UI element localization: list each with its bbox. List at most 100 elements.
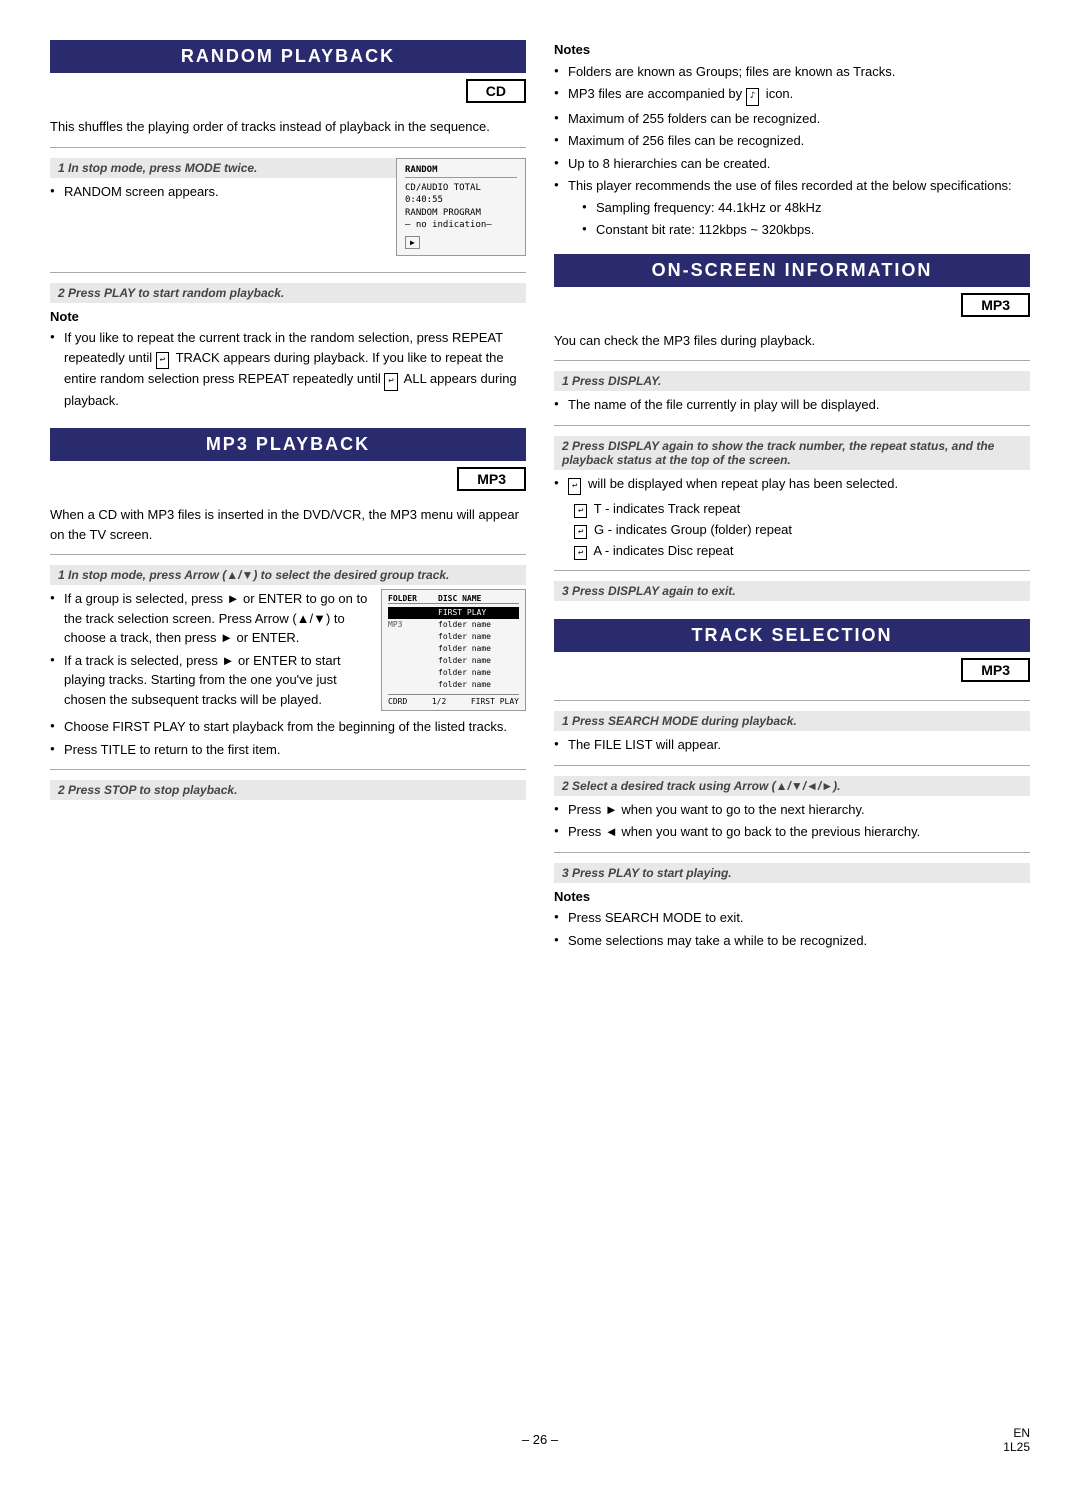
repeat-group: ↩ G - indicates Group (folder) repeat [574, 522, 1030, 539]
track-bullets2: Press ► when you want to go to the next … [554, 800, 1030, 842]
on-screen-badge-block: MP3 [554, 295, 1030, 325]
track-notes-list: Press SEARCH MODE to exit. Some selectio… [554, 908, 1030, 950]
random-screen-mockup: RANDOM CD/AUDIO TOTAL 0:40:55 RANDOM PRO… [396, 158, 526, 256]
divider-9 [554, 765, 1030, 766]
mp3-step1-block: FOLDER DISC NAME FIRST PLAY MP3 folder n… [50, 589, 526, 717]
repeat-track: ↩ T - indicates Track repeat [574, 501, 1030, 518]
track-step2-label: 2 Select a desired track using Arrow (▲/… [554, 776, 1030, 796]
random-playback-intro: This shuffles the playing order of track… [50, 117, 526, 137]
track-step1-label: 1 Press SEARCH MODE during playback. [554, 711, 1030, 731]
divider-5 [554, 360, 1030, 361]
divider-2 [50, 272, 526, 273]
random-playback-badge-block: CD [50, 81, 526, 111]
divider-8 [554, 700, 1030, 701]
track-note-0: Press SEARCH MODE to exit. [554, 908, 1030, 928]
track-notes-label: Notes [554, 887, 1030, 907]
note-label: Note [50, 307, 526, 327]
on-screen-mp3-badge: MP3 [961, 293, 1030, 317]
mp3-bullet-1: If a track is selected, press ► or ENTER… [50, 651, 526, 710]
divider-1 [50, 147, 526, 148]
page-number: – 26 – [522, 1432, 558, 1447]
right-column: Notes Folders are known as Groups; files… [554, 40, 1030, 1412]
mp3-bullet-2: Choose FIRST PLAY to start playback from… [50, 717, 526, 737]
screen-row2: RANDOM PROGRAM [405, 207, 517, 220]
on-screen-section: ON-SCREEN INFORMATION MP3 You can check … [554, 254, 1030, 602]
track-bullets1: The FILE LIST will appear. [554, 735, 1030, 755]
track-note-1: Some selections may take a while to be r… [554, 931, 1030, 951]
divider-7 [554, 570, 1030, 571]
track-badge-block: MP3 [554, 660, 1030, 690]
page-footer: – 26 – EN 1L25 [50, 1432, 1030, 1447]
on-screen-step2-label: 2 Press DISPLAY again to show the track … [554, 436, 1030, 470]
mp3-badge: MP3 [457, 467, 526, 491]
notes-mp3-label: Notes [554, 40, 1030, 60]
mp3-bullets2: Choose FIRST PLAY to start playback from… [50, 717, 526, 759]
track-repeat-icon: ↩ [156, 352, 169, 370]
page: RANDOM PLAYBACK CD This shuffles the pla… [0, 0, 1080, 1487]
mp3-step2-label: 2 Press STOP to stop playback. [50, 780, 526, 800]
on-screen-title: ON-SCREEN INFORMATION [554, 254, 1030, 287]
on-screen-bullets2: ↩ will be displayed when repeat play has… [554, 474, 1030, 496]
track-label: T - indicates Track repeat [590, 501, 740, 516]
mp3-intro: When a CD with MP3 files is inserted in … [50, 505, 526, 544]
track-mp3-badge: MP3 [961, 658, 1030, 682]
notes-mp3-specs: Sampling frequency: 44.1kHz or 48kHz Con… [568, 198, 1030, 240]
track-bullet2-1: Press ◄ when you want to go back to the … [554, 822, 1030, 842]
code-ref: 1L25 [1003, 1440, 1030, 1454]
disc-icon: ↩ [574, 546, 587, 560]
group-icon: ↩ [574, 525, 587, 539]
mp3-bullet-0: If a group is selected, press ► or ENTER… [50, 589, 526, 648]
screen-btn: ▶ [405, 236, 420, 249]
mp3-step1-label: 1 In stop mode, press Arrow (▲/▼) to sel… [50, 565, 526, 585]
left-column: RANDOM PLAYBACK CD This shuffles the pla… [50, 40, 526, 1412]
notes-mp3-item-3: Maximum of 256 files can be recognized. [554, 131, 1030, 151]
note-item: If you like to repeat the current track … [50, 328, 526, 410]
track-bullet2-0: Press ► when you want to go to the next … [554, 800, 1030, 820]
note-list: If you like to repeat the current track … [50, 328, 526, 410]
note-block: Note If you like to repeat the current t… [50, 307, 526, 411]
track-selection-title: TRACK SELECTION [554, 619, 1030, 652]
notes-mp3-item-2: Maximum of 255 folders can be recognized… [554, 109, 1030, 129]
track-icon: ↩ [574, 504, 587, 518]
divider-3 [50, 554, 526, 555]
repeat-disc: ↩ A - indicates Disc repeat [574, 543, 1030, 560]
mp3-file-icon: ♪ [746, 88, 759, 106]
notes-mp3-item-1: MP3 files are accompanied by ♪ icon. [554, 84, 1030, 106]
on-screen-bullet1: The name of the file currently in play w… [554, 395, 1030, 415]
random-playback-section: RANDOM PLAYBACK CD This shuffles the pla… [50, 40, 526, 410]
notes-mp3-item-0: Folders are known as Groups; files are k… [554, 62, 1030, 82]
notes-mp3-spec-1: Constant bit rate: 112kbps ~ 320kbps. [582, 220, 1030, 240]
mp3-bullet-3: Press TITLE to return to the first item. [50, 740, 526, 760]
on-screen-bullets1: The name of the file currently in play w… [554, 395, 1030, 415]
step1-bullets: RANDOM screen appears. [50, 182, 526, 202]
page-ref: EN 1L25 [1003, 1426, 1030, 1454]
all-repeat-icon: ↩ [384, 373, 397, 391]
mp3-playback-title: MP3 PLAYBACK [50, 428, 526, 461]
track-bullet1: The FILE LIST will appear. [554, 735, 1030, 755]
track-selection-section: TRACK SELECTION MP3 1 Press SEARCH MODE … [554, 619, 1030, 950]
notes-mp3-item-5: This player recommends the use of files … [554, 176, 1030, 240]
screen-title: RANDOM [405, 165, 517, 178]
on-screen-step3-label: 3 Press DISPLAY again to exit. [554, 581, 1030, 601]
on-screen-step1-label: 1 Press DISPLAY. [554, 371, 1030, 391]
on-screen-intro: You can check the MP3 files during playb… [554, 331, 1030, 351]
repeat-icons-list: ↩ T - indicates Track repeat ↩ G - indic… [554, 501, 1030, 560]
mp3-playback-section: MP3 PLAYBACK MP3 When a CD with MP3 file… [50, 428, 526, 800]
track-step3-label: 3 Press PLAY to start playing. [554, 863, 1030, 883]
mp3-badge-block: MP3 [50, 469, 526, 499]
mp3-notes-section: Notes Folders are known as Groups; files… [554, 40, 1030, 240]
screen-row3: – no indication– [405, 219, 517, 232]
main-content: RANDOM PLAYBACK CD This shuffles the pla… [50, 40, 1030, 1412]
random-playback-title: RANDOM PLAYBACK [50, 40, 526, 73]
step2-label: 2 Press PLAY to start random playback. [50, 283, 526, 303]
divider-10 [554, 852, 1030, 853]
notes-mp3-item-4: Up to 8 hierarchies can be created. [554, 154, 1030, 174]
divider-6 [554, 425, 1030, 426]
divider-4 [50, 769, 526, 770]
step1-bullet: RANDOM screen appears. [50, 182, 526, 202]
step1-block: RANDOM CD/AUDIO TOTAL 0:40:55 RANDOM PRO… [50, 158, 526, 262]
lang-ref: EN [1003, 1426, 1030, 1440]
disc-label: A - indicates Disc repeat [590, 543, 733, 558]
notes-mp3-list: Folders are known as Groups; files are k… [554, 62, 1030, 240]
notes-mp3-spec-0: Sampling frequency: 44.1kHz or 48kHz [582, 198, 1030, 218]
